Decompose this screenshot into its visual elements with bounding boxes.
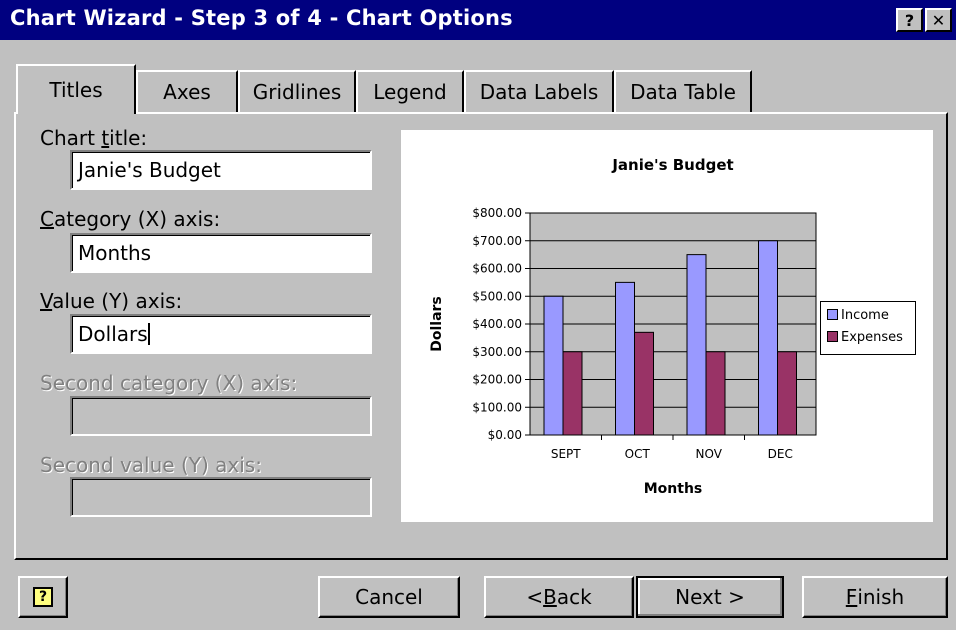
- office-assistant-button[interactable]: ?: [18, 576, 68, 618]
- bar-income-nov: [686, 254, 707, 436]
- value-y-axis-input[interactable]: Dollars: [70, 314, 372, 354]
- y-tick-label: $400.00: [472, 317, 522, 331]
- legend-swatch-income: [827, 309, 838, 320]
- bar-income-oct: [615, 281, 635, 436]
- x-tick-label: DEC: [768, 447, 793, 461]
- y-tick-label: $100.00: [472, 400, 522, 414]
- x-tick-label: NOV: [696, 447, 723, 461]
- cancel-button[interactable]: Cancel: [318, 576, 460, 618]
- next-button[interactable]: Next >: [636, 576, 784, 618]
- second-value-y-axis-label: Second value (Y) axis:: [40, 453, 262, 477]
- bar-expenses-dec: [777, 351, 797, 436]
- bar-income-sept: [543, 295, 564, 436]
- bar-expenses-oct: [634, 331, 654, 436]
- category-x-axis-input[interactable]: Months: [70, 233, 372, 273]
- legend-item-expenses: Expenses: [827, 330, 903, 345]
- x-tick-label: OCT: [625, 447, 651, 461]
- x-axis-title: Months: [644, 481, 703, 497]
- chart-title-input[interactable]: Janie's Budget: [70, 150, 372, 190]
- chart-preview: $0.00 $100.00 $200.00 $300.00 $400.00 $500.00…: [401, 130, 933, 522]
- second-category-x-axis-input: [70, 396, 372, 436]
- y-axis-title: Dollars: [429, 296, 445, 352]
- y-tick-label: $700.00: [472, 234, 522, 248]
- y-tick-label: $200.00: [472, 373, 522, 387]
- y-tick-label: $800.00: [472, 206, 522, 220]
- y-tick-label: $600.00: [472, 262, 522, 276]
- bar-expenses-nov: [705, 351, 726, 436]
- finish-button[interactable]: Finish: [802, 576, 948, 618]
- text-caret: [147, 323, 150, 345]
- chart-legend: Income Expenses: [820, 301, 916, 355]
- office-assistant-icon: ?: [33, 587, 53, 607]
- x-tick-label: SEPT: [551, 447, 581, 461]
- category-x-axis-label: Category (X) axis:: [40, 207, 221, 231]
- value-y-axis-label: Value (Y) axis:: [40, 289, 183, 313]
- y-tick-label: $500.00: [472, 289, 522, 303]
- chart-title-label: Chart title:: [40, 126, 148, 150]
- y-tick-label: $0.00: [488, 428, 522, 442]
- y-tick-label: $300.00: [472, 345, 522, 359]
- bar-income-dec: [758, 240, 778, 436]
- bar-expenses-sept: [562, 351, 583, 436]
- legend-item-income: Income: [827, 308, 889, 323]
- second-category-x-axis-label: Second category (X) axis:: [40, 371, 298, 395]
- chart-title: Janie's Budget: [611, 156, 733, 174]
- second-value-y-axis-input: [70, 477, 372, 517]
- back-button[interactable]: < Back: [484, 576, 634, 618]
- legend-swatch-expenses: [827, 331, 838, 342]
